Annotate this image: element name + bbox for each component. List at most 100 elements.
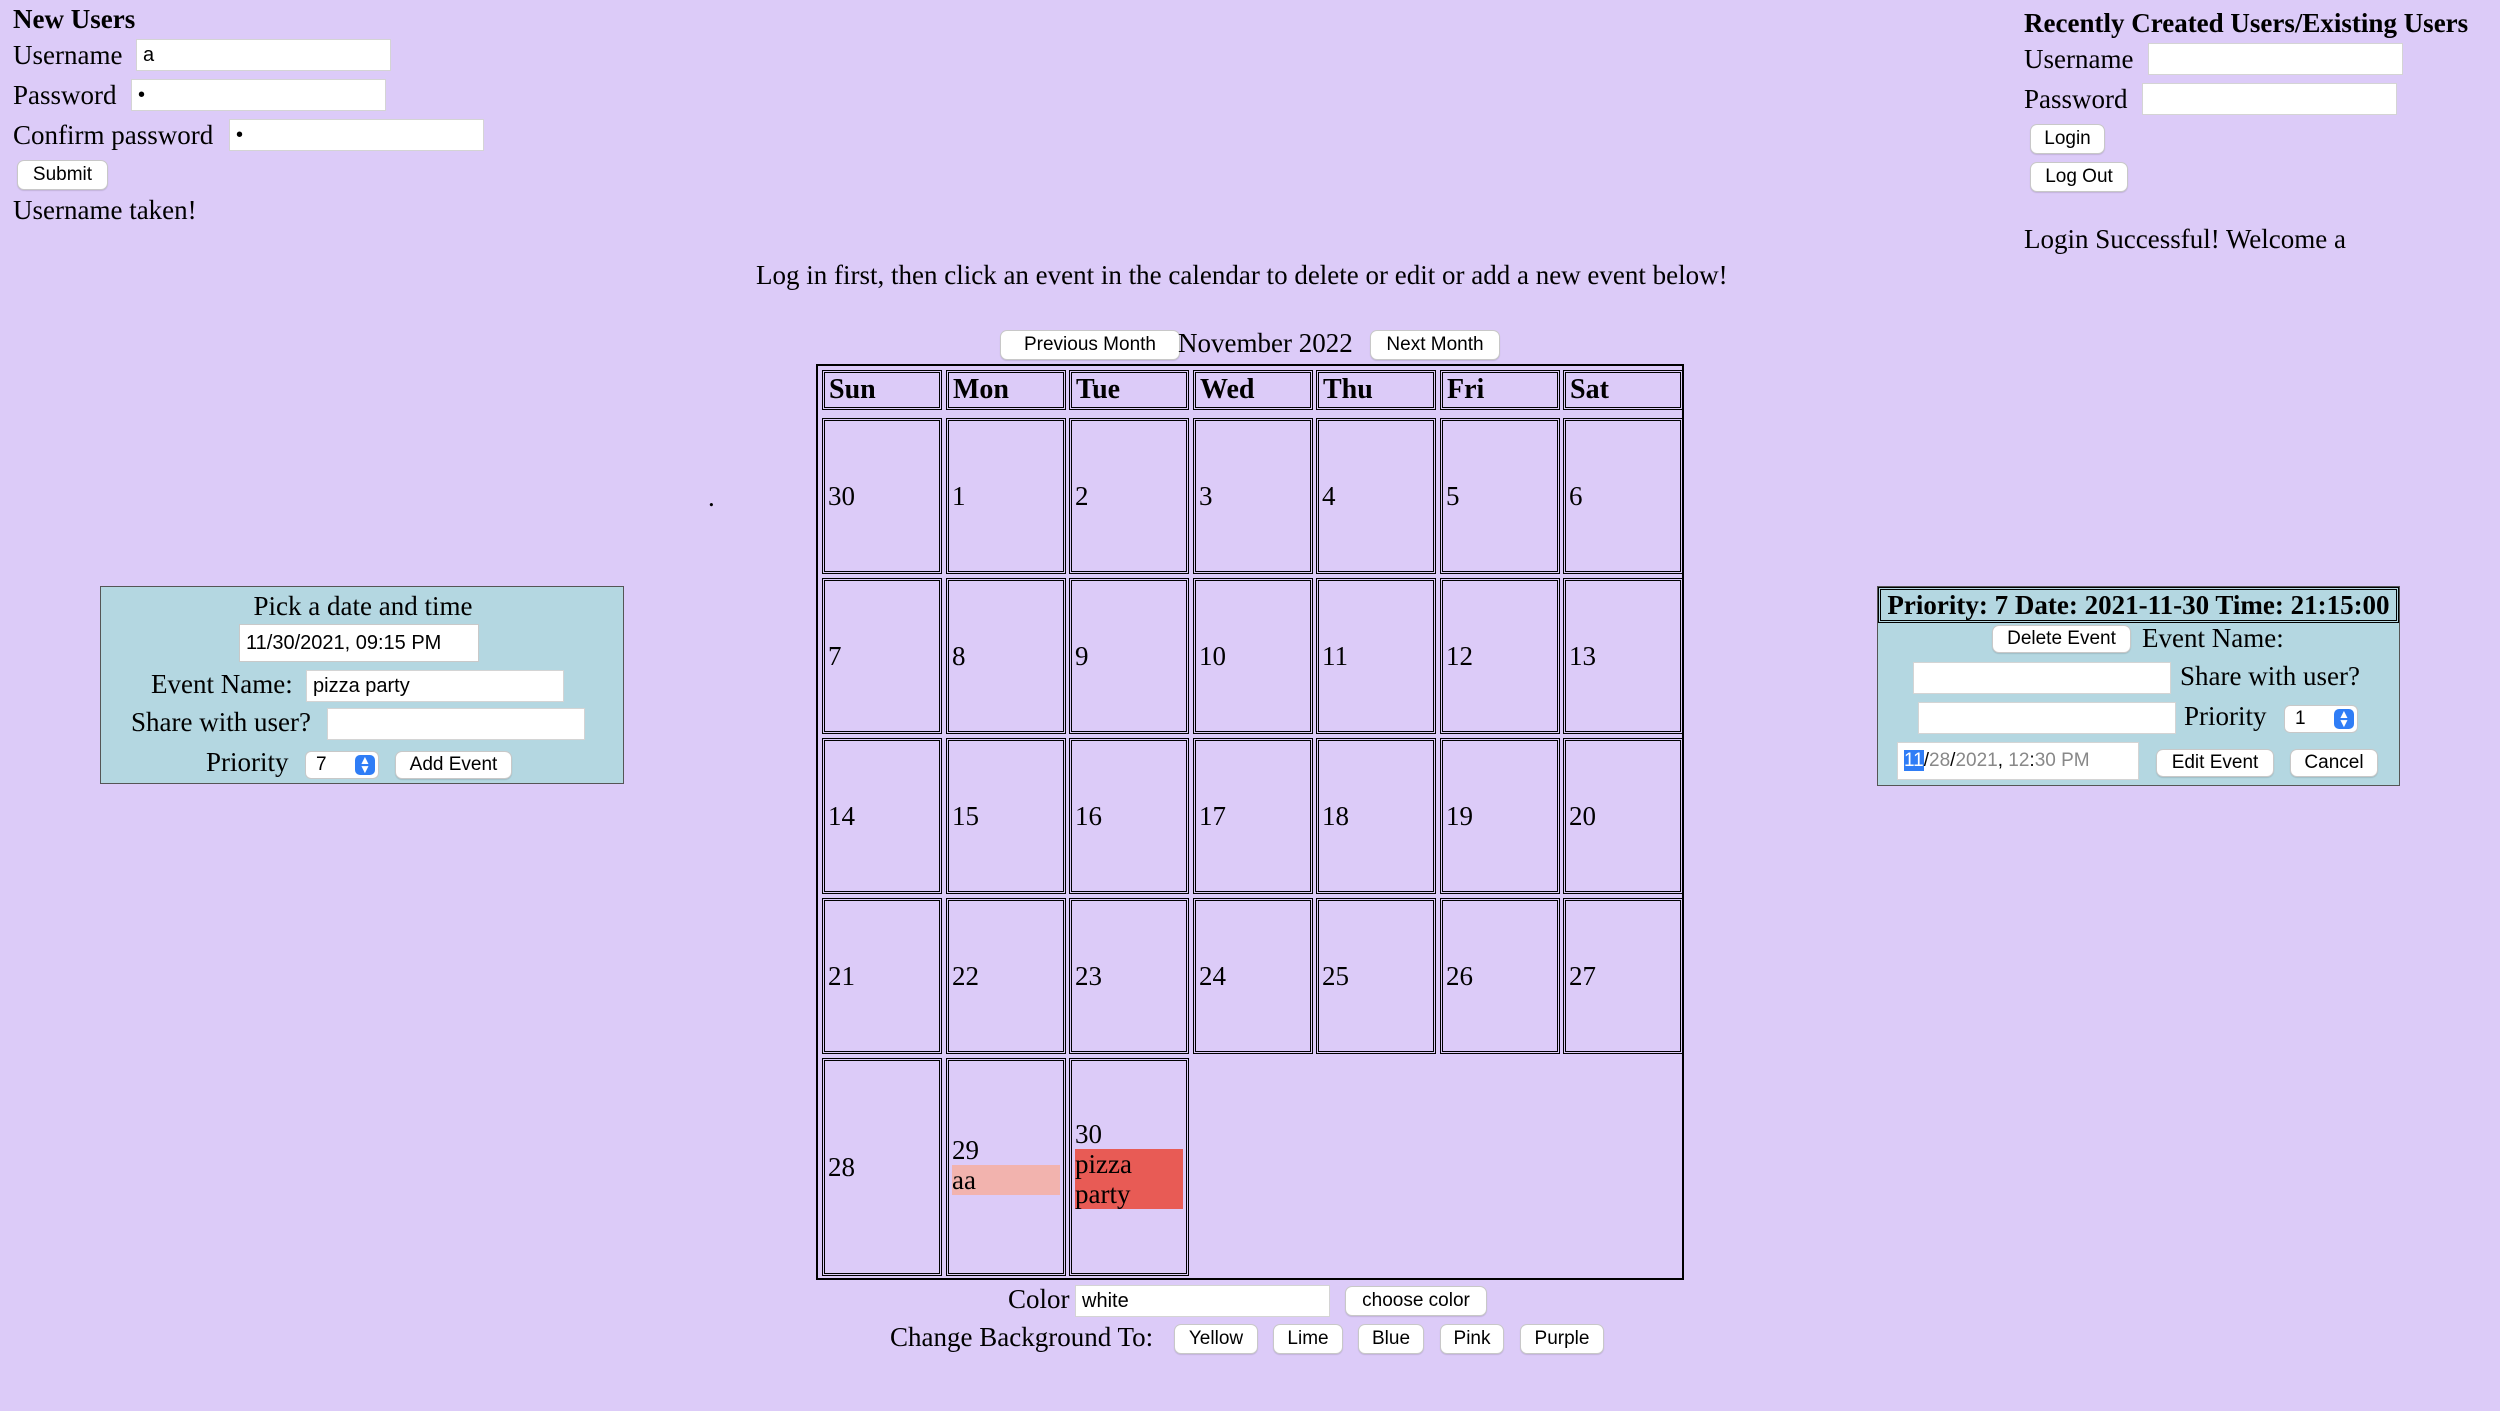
edit-share-user-input[interactable] <box>1918 702 2176 734</box>
new-users-title: New Users <box>13 4 136 34</box>
day-number: 13 <box>1569 641 1596 671</box>
calendar-day-cell[interactable]: 18 <box>1316 738 1436 894</box>
calendar-day-cell[interactable]: 13 <box>1563 578 1683 734</box>
new-username-input[interactable]: a <box>136 39 391 71</box>
edit-event-button[interactable]: Edit Event <box>2156 749 2274 777</box>
new-users-status: Username taken! <box>13 195 197 225</box>
weekday-header: Wed <box>1193 370 1313 410</box>
calendar-event[interactable]: pizza party <box>1075 1149 1183 1209</box>
background-label: Change Background To: <box>890 1322 1154 1352</box>
day-number: 6 <box>1569 481 1583 511</box>
login-username-label: Username <box>2024 44 2134 74</box>
bg-pink-button[interactable]: Pink <box>1440 1324 1504 1354</box>
calendar-day-cell[interactable]: 30 <box>822 418 942 574</box>
day-number: 22 <box>952 961 979 991</box>
edit-event-name-input[interactable] <box>1913 662 2171 694</box>
calendar-day-cell[interactable]: 2 <box>1069 418 1189 574</box>
calendar-day-cell[interactable]: 3 <box>1193 418 1313 574</box>
day-number: 20 <box>1569 801 1596 831</box>
day-number: 12 <box>1446 641 1473 671</box>
new-password-label: Password <box>13 80 117 110</box>
calendar-day-cell[interactable]: 6 <box>1563 418 1683 574</box>
bg-yellow-button[interactable]: Yellow <box>1174 1324 1258 1354</box>
calendar-day-cell[interactable]: 11 <box>1316 578 1436 734</box>
login-status: Login Successful! Welcome a <box>2024 224 2346 254</box>
calendar-day-cell[interactable]: 29 aa <box>946 1058 1066 1276</box>
calendar-day-cell[interactable]: 22 <box>946 898 1066 1054</box>
calendar-day-cell[interactable]: 1 <box>946 418 1066 574</box>
day-number: 17 <box>1199 801 1226 831</box>
calendar-day-cell[interactable]: 7 <box>822 578 942 734</box>
day-number: 2 <box>1075 481 1089 511</box>
stray-dot: . <box>708 482 715 512</box>
color-input[interactable]: white <box>1075 1285 1330 1317</box>
calendar-day-cell[interactable]: 15 <box>946 738 1066 894</box>
delete-event-button[interactable]: Delete Event <box>1992 625 2131 653</box>
calendar-day-cell[interactable]: 16 <box>1069 738 1189 894</box>
day-number: 4 <box>1322 481 1336 511</box>
submit-button[interactable]: Submit <box>17 160 108 190</box>
calendar-day-cell[interactable]: 4 <box>1316 418 1436 574</box>
calendar-day-cell[interactable]: 30 pizza party <box>1069 1058 1189 1276</box>
new-password-input[interactable]: • <box>131 79 386 111</box>
day-number: 3 <box>1199 481 1213 511</box>
day-number: 1 <box>952 481 966 511</box>
edit-date-month: 11 <box>1904 750 1924 771</box>
calendar-day-cell[interactable]: 26 <box>1440 898 1560 1054</box>
login-username-input[interactable] <box>2148 43 2403 75</box>
edit-time-rest: 30 PM <box>2034 750 2090 771</box>
previous-month-button[interactable]: Previous Month <box>1000 330 1180 360</box>
edit-priority-select[interactable]: 1 ▲ ▼ <box>2284 705 2358 733</box>
priority-value: 7 <box>316 754 327 775</box>
calendar-day-cell[interactable]: 17 <box>1193 738 1313 894</box>
event-name-label: Event Name: <box>151 669 293 699</box>
calendar-day-cell[interactable]: 21 <box>822 898 942 1054</box>
selected-event-header: Priority: 7 Date: 2021-11-30 Time: 21:15… <box>1878 587 2399 623</box>
calendar-day-cell[interactable]: 28 <box>822 1058 942 1276</box>
logout-button[interactable]: Log Out <box>2030 162 2128 192</box>
calendar-day-cell[interactable]: 20 <box>1563 738 1683 894</box>
add-event-panel: Pick a date and time 11/30/2021, 09:15 P… <box>100 586 624 784</box>
login-password-input[interactable] <box>2142 83 2397 115</box>
event-datetime-input[interactable]: 11/30/2021, 09:15 PM <box>239 624 479 662</box>
calendar-day-cell[interactable]: 27 <box>1563 898 1683 1054</box>
bg-lime-button[interactable]: Lime <box>1273 1324 1343 1354</box>
calendar-day-cell[interactable]: 10 <box>1193 578 1313 734</box>
day-number: 9 <box>1075 641 1089 671</box>
calendar-day-cell[interactable]: 19 <box>1440 738 1560 894</box>
priority-label: Priority <box>206 747 289 777</box>
weekday-header: Thu <box>1316 370 1436 410</box>
share-user-input[interactable] <box>327 708 585 740</box>
login-button[interactable]: Login <box>2030 124 2105 154</box>
calendar-day-cell[interactable]: 25 <box>1316 898 1436 1054</box>
edit-event-panel: Priority: 7 Date: 2021-11-30 Time: 21:15… <box>1877 586 2400 786</box>
weekday-header: Mon <box>946 370 1066 410</box>
day-number: 30 <box>828 481 855 511</box>
add-event-button[interactable]: Add Event <box>395 751 512 779</box>
calendar-day-cell[interactable]: 24 <box>1193 898 1313 1054</box>
calendar-day-cell[interactable]: 9 <box>1069 578 1189 734</box>
calendar-day-cell[interactable]: 23 <box>1069 898 1189 1054</box>
select-arrows-icon: ▲ ▼ <box>355 754 375 775</box>
edit-event-name-label: Event Name: <box>2142 623 2284 653</box>
add-event-title: Pick a date and time <box>253 591 473 621</box>
priority-select[interactable]: 7 ▲ ▼ <box>305 751 379 779</box>
new-username-label: Username <box>13 40 123 70</box>
event-name-input[interactable]: pizza party <box>306 670 564 702</box>
calendar-day-cell[interactable]: 8 <box>946 578 1066 734</box>
bg-purple-button[interactable]: Purple <box>1520 1324 1604 1354</box>
bg-blue-button[interactable]: Blue <box>1358 1324 1424 1354</box>
next-month-button[interactable]: Next Month <box>1370 330 1500 360</box>
cancel-button[interactable]: Cancel <box>2290 749 2378 777</box>
day-number: 14 <box>828 801 855 831</box>
choose-color-button[interactable]: choose color <box>1345 1286 1487 1316</box>
calendar-day-cell[interactable]: 12 <box>1440 578 1560 734</box>
confirm-password-input[interactable]: • <box>229 119 484 151</box>
calendar-day-cell[interactable]: 14 <box>822 738 942 894</box>
share-user-label: Share with user? <box>131 707 311 737</box>
calendar-day-cell[interactable]: 5 <box>1440 418 1560 574</box>
calendar-event[interactable]: aa <box>952 1165 1060 1195</box>
edit-datetime-input[interactable]: 11/28/2021, 12:30 PM <box>1897 742 2139 780</box>
edit-date-day: 28 <box>1929 750 1951 771</box>
day-number: 25 <box>1322 961 1349 991</box>
